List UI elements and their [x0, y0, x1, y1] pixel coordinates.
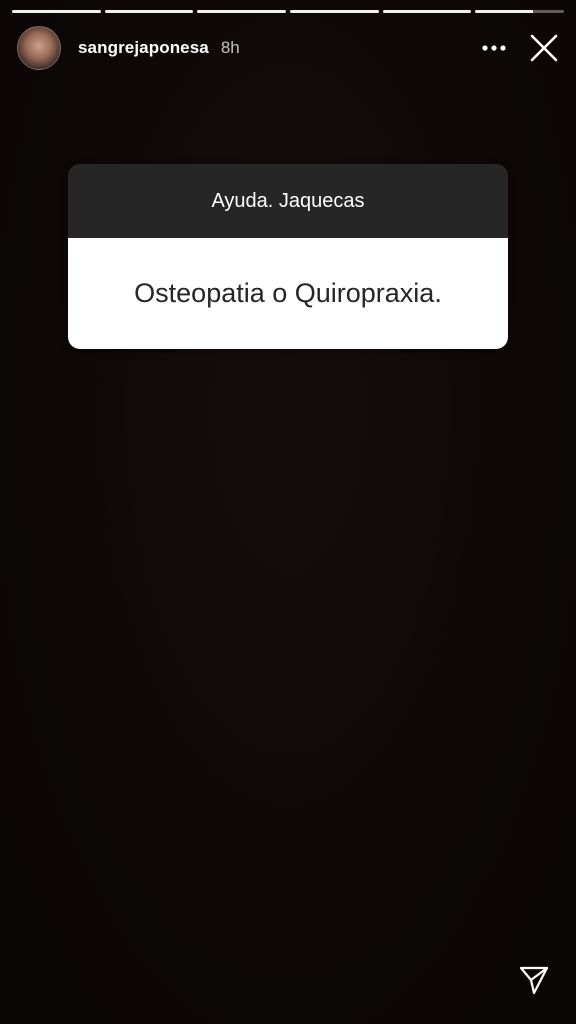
- more-options-button[interactable]: [476, 30, 512, 66]
- progress-segment: [12, 10, 101, 13]
- more-horizontal-icon: [482, 45, 506, 51]
- story-viewer[interactable]: sangrejaponesa 8h Ayuda. Jaquecas Osteop…: [0, 0, 576, 1024]
- question-sticker: Ayuda. Jaquecas Osteopatia o Quiropraxia…: [68, 164, 508, 349]
- progress-segment: [104, 10, 194, 13]
- story-progress-bar: [12, 10, 565, 13]
- progress-segment-fill: [382, 10, 472, 13]
- progress-segment-fill: [197, 10, 287, 13]
- progress-segment: [197, 10, 287, 13]
- progress-segment: [475, 10, 565, 13]
- answer-text: Osteopatia o Quiropraxia.: [68, 238, 508, 349]
- progress-segment-fill: [290, 10, 379, 13]
- progress-segment: [290, 10, 379, 13]
- progress-segment-fill: [475, 10, 533, 13]
- story-header: sangrejaponesa 8h: [17, 26, 562, 70]
- share-button[interactable]: [516, 962, 552, 998]
- question-text: Ayuda. Jaquecas: [68, 164, 508, 238]
- close-button[interactable]: [526, 30, 562, 66]
- post-time: 8h: [220, 38, 240, 57]
- paper-plane-icon: [519, 966, 549, 995]
- progress-segment: [382, 10, 472, 13]
- progress-segment-fill: [104, 10, 194, 13]
- avatar[interactable]: [17, 26, 61, 70]
- close-icon: [530, 34, 558, 62]
- progress-segment-fill: [12, 10, 101, 13]
- username[interactable]: sangrejaponesa: [78, 38, 209, 58]
